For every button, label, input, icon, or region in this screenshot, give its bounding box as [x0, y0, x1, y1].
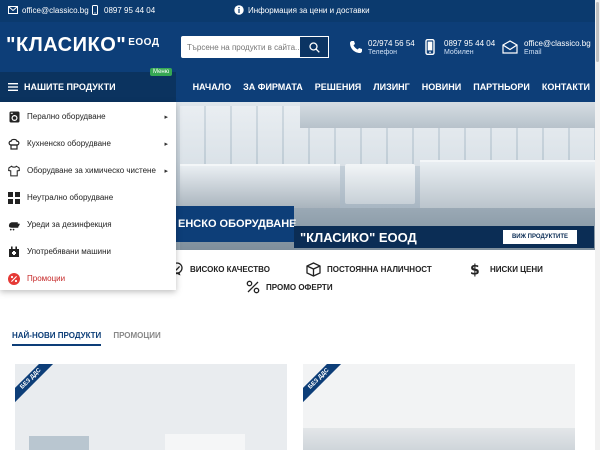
dropdown-item-kitchen[interactable]: Кухненско оборудване ▸: [0, 130, 176, 157]
product-card[interactable]: [303, 364, 575, 450]
feature-availability: ПОСТОЯННА НАЛИЧНОСТ: [306, 262, 432, 277]
svg-text:$: $: [470, 263, 480, 278]
nav-link-leasing[interactable]: ЛИЗИНГ: [373, 82, 410, 92]
contact-phone[interactable]: 02/974 56 54 Телефон: [368, 39, 415, 56]
dropdown-item-laundry[interactable]: Перално оборудване ▸: [0, 103, 176, 130]
menu-badge: Меню: [150, 68, 173, 76]
main-nav: НАШИТЕ ПРОДУКТИ НАЧАЛО ЗА ФИРМАТА РЕШЕНИ…: [0, 72, 600, 102]
products-menu-button[interactable]: НАШИТЕ ПРОДУКТИ: [0, 72, 176, 102]
scrollbar-thumb[interactable]: [596, 2, 599, 62]
hand-wash-icon: [8, 219, 20, 231]
dropdown-item-neutral[interactable]: Неутрално оборудване: [0, 184, 176, 211]
tab-newest-products[interactable]: НАЙ-НОВИ ПРОДУКТИ: [12, 331, 102, 346]
chef-hat-icon: [8, 138, 20, 150]
feature-low-prices: $ НИСКИ ЦЕНИ: [470, 262, 543, 278]
mobile-icon: [425, 39, 435, 55]
search-input[interactable]: [181, 36, 299, 58]
shirt-icon: [8, 164, 20, 177]
no-vat-ribbon: БЕЗ ДДС: [303, 364, 343, 404]
washing-machine-icon: [8, 111, 20, 123]
topbar-phone[interactable]: 0897 95 44 04: [90, 5, 155, 15]
hero-hood: [300, 102, 600, 128]
feature-quality: ВИСОКО КАЧЕСТВО: [170, 262, 270, 276]
email-icon: [8, 6, 18, 14]
dropdown-item-promotions[interactable]: Промоции: [0, 265, 176, 292]
nav-link-news[interactable]: НОВИНИ: [422, 82, 461, 92]
contact-email[interactable]: office@classico.bg Email: [524, 39, 591, 56]
chevron-right-icon: ▸: [164, 140, 168, 148]
nav-link-contacts[interactable]: КОНТАКТИ: [542, 82, 590, 92]
hero-dishwasher: [345, 164, 415, 204]
contact-mobile[interactable]: 0897 95 44 04 Мобилен: [444, 39, 495, 56]
feature-promo: ПРОМО ОФЕРТИ: [246, 280, 333, 294]
nav-link-home[interactable]: НАЧАЛО: [193, 82, 232, 92]
phone-icon: [350, 41, 362, 53]
site-logo[interactable]: "КЛАСИКО" ЕООД: [6, 34, 159, 57]
dropdown-item-disinfection[interactable]: Уреди за дезинфекция: [0, 211, 176, 238]
top-bar: office@classico.bg 0897 95 44 04 Информа…: [0, 0, 600, 22]
hamburger-icon: [8, 83, 18, 91]
chevron-right-icon: ▸: [164, 113, 168, 121]
box-icon: [306, 262, 321, 277]
info-icon: [234, 5, 244, 15]
search-box: [181, 36, 329, 58]
product-card[interactable]: [15, 364, 287, 450]
product-image: [29, 436, 89, 450]
dropdown-item-used-machines[interactable]: Употребявани машини: [0, 238, 176, 265]
hero-caption-strip: ЕНСКО ОБОРУДВАНЕ: [176, 206, 297, 242]
product-image: [303, 428, 575, 450]
search-icon: [308, 41, 320, 53]
email-icon: [502, 40, 518, 54]
dropdown-item-dry-cleaning[interactable]: Оборудване за химическо чистене ▸: [0, 157, 176, 184]
hero-counter-left: [180, 164, 340, 208]
topbar-info-link[interactable]: Информация за цени и доставки: [234, 5, 370, 15]
product-tabs: НАЙ-НОВИ ПРОДУКТИ ПРОМОЦИИ: [12, 331, 161, 346]
search-button[interactable]: [299, 36, 329, 58]
view-products-button[interactable]: ВИЖ ПРОДУКТИТЕ: [503, 230, 577, 244]
tag-icon: [8, 246, 20, 258]
topbar-email[interactable]: office@classico.bg: [8, 5, 89, 15]
nav-link-partners[interactable]: ПАРТНЬОРИ: [473, 82, 530, 92]
no-vat-ribbon: БЕЗ ДДС: [15, 364, 55, 404]
nav-link-about[interactable]: ЗА ФИРМАТА: [243, 82, 303, 92]
percent-badge-icon: [8, 272, 20, 285]
dollar-icon: $: [470, 263, 480, 278]
percent-icon: [246, 280, 260, 294]
product-image-text-block: [165, 434, 245, 450]
page-scrollbar[interactable]: [595, 0, 600, 450]
nav-link-solutions[interactable]: РЕШЕНИЯ: [315, 82, 362, 92]
nav-links: НАЧАЛО ЗА ФИРМАТА РЕШЕНИЯ ЛИЗИНГ НОВИНИ …: [193, 72, 590, 102]
mobile-icon: [92, 5, 98, 15]
tab-promotions[interactable]: ПРОМОЦИИ: [113, 331, 160, 346]
products-dropdown: Перално оборудване ▸ Кухненско оборудван…: [0, 102, 176, 290]
grid-icon: [8, 191, 20, 204]
chevron-right-icon: ▸: [164, 167, 168, 175]
